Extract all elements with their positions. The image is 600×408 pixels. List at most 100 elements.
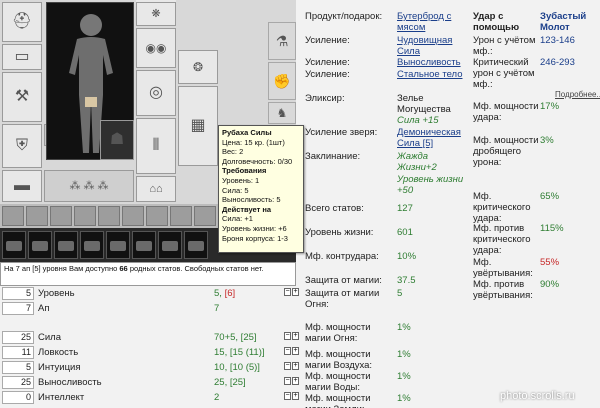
plus-minus-buttons: − + (284, 288, 300, 298)
belt-item[interactable] (98, 206, 120, 226)
minus-button[interactable]: − (284, 332, 291, 340)
bracers-slot[interactable]: ▭ (2, 44, 42, 70)
backpack-item[interactable] (184, 231, 208, 259)
plus-minus-buttons: − + (284, 362, 300, 372)
rings-slot[interactable]: ◉◉ (136, 28, 176, 68)
belt-item[interactable] (50, 206, 72, 226)
backpack-item[interactable] (54, 231, 78, 259)
plus-button[interactable]: + (292, 377, 299, 385)
shield-icon: ◎ (149, 84, 163, 101)
amulet-icon: ❂ (192, 60, 204, 74)
belt-item[interactable] (194, 206, 216, 226)
helmet-slot[interactable]: ⛑ (2, 2, 42, 42)
backpack-item[interactable] (28, 231, 52, 259)
counter-label: Мф. контрудара: (305, 251, 379, 262)
boost2-link[interactable]: Выносливость (397, 57, 465, 68)
stat-input[interactable]: 25 (2, 331, 34, 344)
pet-slot[interactable]: ☗ (100, 120, 134, 160)
armor-icon: ⛨ (15, 137, 28, 154)
belt-item[interactable] (26, 206, 48, 226)
elixir-value: Зелье Могущества (397, 93, 451, 115)
tooltip-act-str: Сила: +1 (222, 214, 253, 224)
firedef-value: 5 (397, 288, 403, 299)
stat-label: Выносливость (38, 377, 102, 388)
minus-button[interactable]: − (284, 347, 291, 355)
pocket-slots[interactable]: ⁂ ⁂ ⁂ (44, 170, 134, 202)
watermark: photo.scrolls.ru (500, 390, 575, 402)
tooltip-price: Цена: 15 кр. (1шт) (222, 137, 285, 147)
mf-anticrit-label: Мф. против критического удара: (473, 223, 531, 256)
fist-thumb[interactable]: ✊ (268, 62, 296, 100)
minus-button[interactable]: − (284, 377, 291, 385)
fire-mf-label: Мф. мощности магии Огня: (305, 322, 371, 344)
stat-input[interactable]: 5 (2, 287, 34, 300)
plus-button[interactable]: + (292, 362, 299, 370)
plus-minus-buttons: − + (284, 377, 300, 387)
stat-input[interactable]: 0 (2, 391, 34, 404)
stat-input[interactable]: 25 (2, 376, 34, 389)
stat-value: 2 (214, 392, 220, 403)
backpack-item[interactable] (2, 231, 26, 259)
legs-slot[interactable]: ⫴ (136, 118, 176, 174)
backpack-item[interactable] (158, 231, 182, 259)
tooltip-weight: Вес: 2 (222, 147, 244, 157)
stat-input[interactable]: 11 (2, 346, 34, 359)
boots-slot[interactable]: ⌂⌂ (136, 176, 176, 202)
belt-item[interactable] (170, 206, 192, 226)
shirt-slot[interactable]: ▦ (178, 86, 218, 166)
weapon-slot[interactable]: ⚒ (2, 72, 42, 122)
armor-slot[interactable]: ⛨ (2, 124, 42, 168)
pocket-icon: ⁂ ⁂ ⁂ (69, 179, 109, 192)
mf-power-value: 17% (540, 101, 560, 112)
plus-button[interactable]: + (292, 392, 299, 400)
plus-minus-buttons: − + (284, 347, 300, 357)
greaves-icon: ⫴ (152, 137, 160, 154)
plus-minus-buttons: − + (284, 332, 300, 342)
belt-item[interactable] (2, 206, 24, 226)
belt-item[interactable] (122, 206, 144, 226)
hp-label: Уровень жизни: (305, 227, 374, 238)
stat-row-end: 25 Выносливость 25, [25] − + (0, 376, 300, 390)
minus-button[interactable]: − (284, 392, 291, 400)
shield-slot[interactable]: ◎ (136, 70, 176, 116)
more-link[interactable]: Подробнее... (555, 89, 600, 100)
minus-button[interactable]: − (284, 288, 291, 296)
elixir-bonus: Сила +15 (397, 115, 439, 126)
amulet-slot[interactable]: ❂ (178, 50, 218, 84)
stat-label: Интеллект (38, 392, 85, 403)
boots-icon: ⌂⌂ (149, 182, 163, 195)
minus-button[interactable]: − (284, 362, 291, 370)
belt-item[interactable] (74, 206, 96, 226)
stat-row-int: 5 Интуиция 10, [10 (5)] − + (0, 361, 300, 375)
stats-info-line: На 7 ап [5] уровня Вам доступно 66 родны… (0, 262, 296, 286)
mf-crit-label: Мф. критического удара: (473, 191, 531, 224)
backpack-item[interactable] (132, 231, 156, 259)
firedef-label: Защита от магии Огня: (305, 288, 380, 310)
beast-thumb[interactable]: ♞ (268, 102, 296, 124)
stat-row-intellect: 0 Интеллект 2 − + (0, 391, 300, 405)
boost3-link[interactable]: Стальное тело (397, 69, 465, 80)
counter-value: 10% (397, 251, 417, 262)
mf-crit-value: 65% (540, 191, 560, 202)
product-link[interactable]: Бутерброд с мясом (397, 11, 465, 33)
plus-button[interactable]: + (292, 347, 299, 355)
belt-slot[interactable]: ▬ (2, 170, 42, 202)
earring-slot[interactable]: ❋ (136, 2, 176, 26)
boost1-link[interactable]: Чудовищная Сила (397, 35, 465, 57)
plus-button[interactable]: + (292, 332, 299, 340)
stat-input[interactable]: 7 (2, 302, 34, 315)
stat-row-level: 5 Уровень 5, [6] − + (0, 287, 300, 301)
helmet-icon: ⛑ (11, 13, 33, 30)
stat-value: 7 (214, 303, 220, 314)
earth-mf-label: Мф. мощности магии Земли: (305, 393, 371, 408)
backpack-item[interactable] (106, 231, 130, 259)
plus-button[interactable]: + (292, 288, 299, 296)
boost1-label: Усиление: (305, 35, 350, 46)
spell-value: Жажда Жизни+2 (397, 151, 437, 173)
blow-label: Удар с помощью (473, 11, 520, 33)
belt-item[interactable] (146, 206, 168, 226)
potion-thumb[interactable]: ⚗ (268, 22, 296, 60)
backpack-item[interactable] (80, 231, 104, 259)
stat-input[interactable]: 5 (2, 361, 34, 374)
beast-link[interactable]: Демоническая Сила [5] (397, 127, 465, 149)
